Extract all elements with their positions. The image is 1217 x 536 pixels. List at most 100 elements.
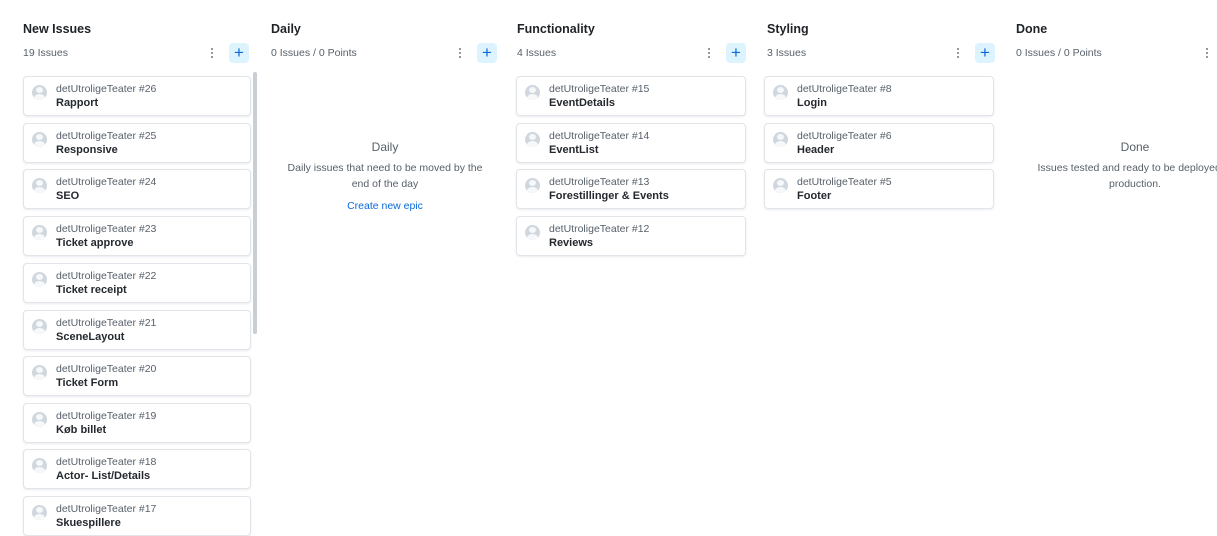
column-done: Done 0 Issues / 0 Points Done Issues tes…: [1016, 0, 1217, 533]
card-title: Ticket receipt: [56, 284, 127, 296]
user-avatar-icon: [32, 178, 47, 193]
card-repo-ref: detUtroligeTeater #13: [549, 176, 650, 188]
user-avatar-icon: [525, 225, 540, 240]
issue-card[interactable]: detUtroligeTeater #17 Skuespillere: [23, 496, 251, 536]
card-title: Skuespillere: [56, 517, 121, 529]
card-repo-ref: detUtroligeTeater #24: [56, 176, 157, 188]
card-title: Actor- List/Details: [56, 470, 151, 482]
user-avatar-icon: [773, 85, 788, 100]
card-repo-ref: detUtroligeTeater #20: [56, 363, 157, 375]
issue-card[interactable]: detUtroligeTeater #21 SceneLayout: [23, 310, 251, 350]
card-repo-ref: detUtroligeTeater #25: [56, 130, 157, 142]
issue-card[interactable]: detUtroligeTeater #22 Ticket receipt: [23, 263, 251, 303]
card-title: SceneLayout: [56, 331, 125, 343]
card-title: Login: [797, 97, 827, 109]
user-avatar-icon: [32, 225, 47, 240]
card-repo-ref: detUtroligeTeater #23: [56, 223, 157, 235]
column-menu-icon[interactable]: [452, 44, 468, 62]
issue-card[interactable]: detUtroligeTeater #5 Footer: [764, 169, 994, 209]
empty-column-title: Done: [1120, 140, 1150, 154]
column-title: Styling: [767, 22, 809, 36]
user-avatar-icon: [525, 85, 540, 100]
issue-card[interactable]: detUtroligeTeater #6 Header: [764, 123, 994, 163]
column-issue-count: 0 Issues / 0 Points: [1016, 47, 1102, 59]
card-title: Responsive: [56, 144, 118, 156]
issue-card[interactable]: detUtroligeTeater #24 SEO: [23, 169, 251, 209]
issue-card[interactable]: detUtroligeTeater #23 Ticket approve: [23, 216, 251, 256]
column-title: Done: [1016, 22, 1048, 36]
column-title: New Issues: [23, 22, 92, 36]
column-menu-icon[interactable]: [1199, 44, 1215, 62]
add-issue-plus-icon[interactable]: +: [726, 43, 746, 63]
empty-column-description: Issues tested and ready to be deployed t…: [1037, 162, 1217, 190]
column-menu-icon[interactable]: [701, 44, 717, 62]
column-menu-icon[interactable]: [204, 44, 220, 62]
column-title: Functionality: [517, 22, 595, 36]
empty-column-placeholder: Done Issues tested and ready to be deplo…: [1016, 139, 1217, 192]
column-title: Daily: [271, 22, 301, 36]
column-menu-icon[interactable]: [950, 44, 966, 62]
issue-card[interactable]: detUtroligeTeater #15 EventDetails: [516, 76, 746, 116]
card-title: EventDetails: [549, 97, 616, 109]
empty-column-placeholder: Daily Daily issues that need to be moved…: [271, 139, 499, 214]
column-issue-count: 4 Issues: [517, 47, 557, 59]
column-issue-count: 0 Issues / 0 Points: [271, 47, 357, 59]
column-functionality: Functionality 4 Issues + detUtroligeTeat…: [516, 0, 749, 533]
user-avatar-icon: [32, 365, 47, 380]
card-title: Forestillinger & Events: [549, 190, 669, 202]
card-title: EventList: [549, 144, 599, 156]
card-repo-ref: detUtroligeTeater #21: [56, 317, 157, 329]
card-repo-ref: detUtroligeTeater #6: [797, 130, 892, 142]
card-title: SEO: [56, 190, 80, 202]
add-issue-plus-icon[interactable]: +: [975, 43, 995, 63]
user-avatar-icon: [32, 505, 47, 520]
column-scrollbar[interactable]: [253, 72, 257, 334]
issue-card[interactable]: detUtroligeTeater #20 Ticket Form: [23, 356, 251, 396]
user-avatar-icon: [32, 132, 47, 147]
user-avatar-icon: [32, 85, 47, 100]
empty-column-title: Daily: [371, 140, 399, 154]
empty-column-description: Daily issues that need to be moved by th…: [287, 162, 483, 190]
issue-card[interactable]: detUtroligeTeater #25 Responsive: [23, 123, 251, 163]
add-issue-plus-icon[interactable]: +: [229, 43, 249, 63]
column-daily: Daily 0 Issues / 0 Points + Daily Daily …: [271, 0, 501, 533]
create-new-epic-link[interactable]: Create new epic: [271, 198, 499, 214]
issue-card[interactable]: detUtroligeTeater #13 Forestillinger & E…: [516, 169, 746, 209]
user-avatar-icon: [773, 132, 788, 147]
card-repo-ref: detUtroligeTeater #22: [56, 270, 157, 282]
issue-card[interactable]: detUtroligeTeater #12 Reviews: [516, 216, 746, 256]
user-avatar-icon: [32, 272, 47, 287]
user-avatar-icon: [32, 458, 47, 473]
user-avatar-icon: [32, 319, 47, 334]
card-repo-ref: detUtroligeTeater #26: [56, 83, 157, 95]
issue-card[interactable]: detUtroligeTeater #19 Køb billet: [23, 403, 251, 443]
card-repo-ref: detUtroligeTeater #12: [549, 223, 650, 235]
column-styling: Styling 3 Issues + detUtroligeTeater #8 …: [764, 0, 999, 533]
column-new-issues: New Issues 19 Issues + detUtroligeTeater…: [23, 0, 255, 536]
card-repo-ref: detUtroligeTeater #18: [56, 456, 157, 468]
column-issue-count: 19 Issues: [23, 47, 68, 59]
card-repo-ref: detUtroligeTeater #14: [549, 130, 650, 142]
user-avatar-icon: [32, 412, 47, 427]
card-repo-ref: detUtroligeTeater #5: [797, 176, 892, 188]
issue-card[interactable]: detUtroligeTeater #14 EventList: [516, 123, 746, 163]
card-repo-ref: detUtroligeTeater #17: [56, 503, 157, 515]
card-title: Reviews: [549, 237, 594, 249]
issue-card[interactable]: detUtroligeTeater #18 Actor- List/Detail…: [23, 449, 251, 489]
add-issue-plus-icon[interactable]: +: [477, 43, 497, 63]
user-avatar-icon: [773, 178, 788, 193]
card-title: Rapport: [56, 97, 99, 109]
card-title: Køb billet: [56, 424, 107, 436]
column-issue-count: 3 Issues: [767, 47, 807, 59]
card-title: Ticket approve: [56, 237, 134, 249]
card-title: Header: [797, 144, 835, 156]
user-avatar-icon: [525, 132, 540, 147]
card-repo-ref: detUtroligeTeater #19: [56, 410, 157, 422]
card-title: Footer: [797, 190, 832, 202]
card-repo-ref: detUtroligeTeater #8: [797, 83, 892, 95]
card-title: Ticket Form: [56, 377, 119, 389]
user-avatar-icon: [525, 178, 540, 193]
issue-card[interactable]: detUtroligeTeater #26 Rapport: [23, 76, 251, 116]
issue-card[interactable]: detUtroligeTeater #8 Login: [764, 76, 994, 116]
card-repo-ref: detUtroligeTeater #15: [549, 83, 650, 95]
